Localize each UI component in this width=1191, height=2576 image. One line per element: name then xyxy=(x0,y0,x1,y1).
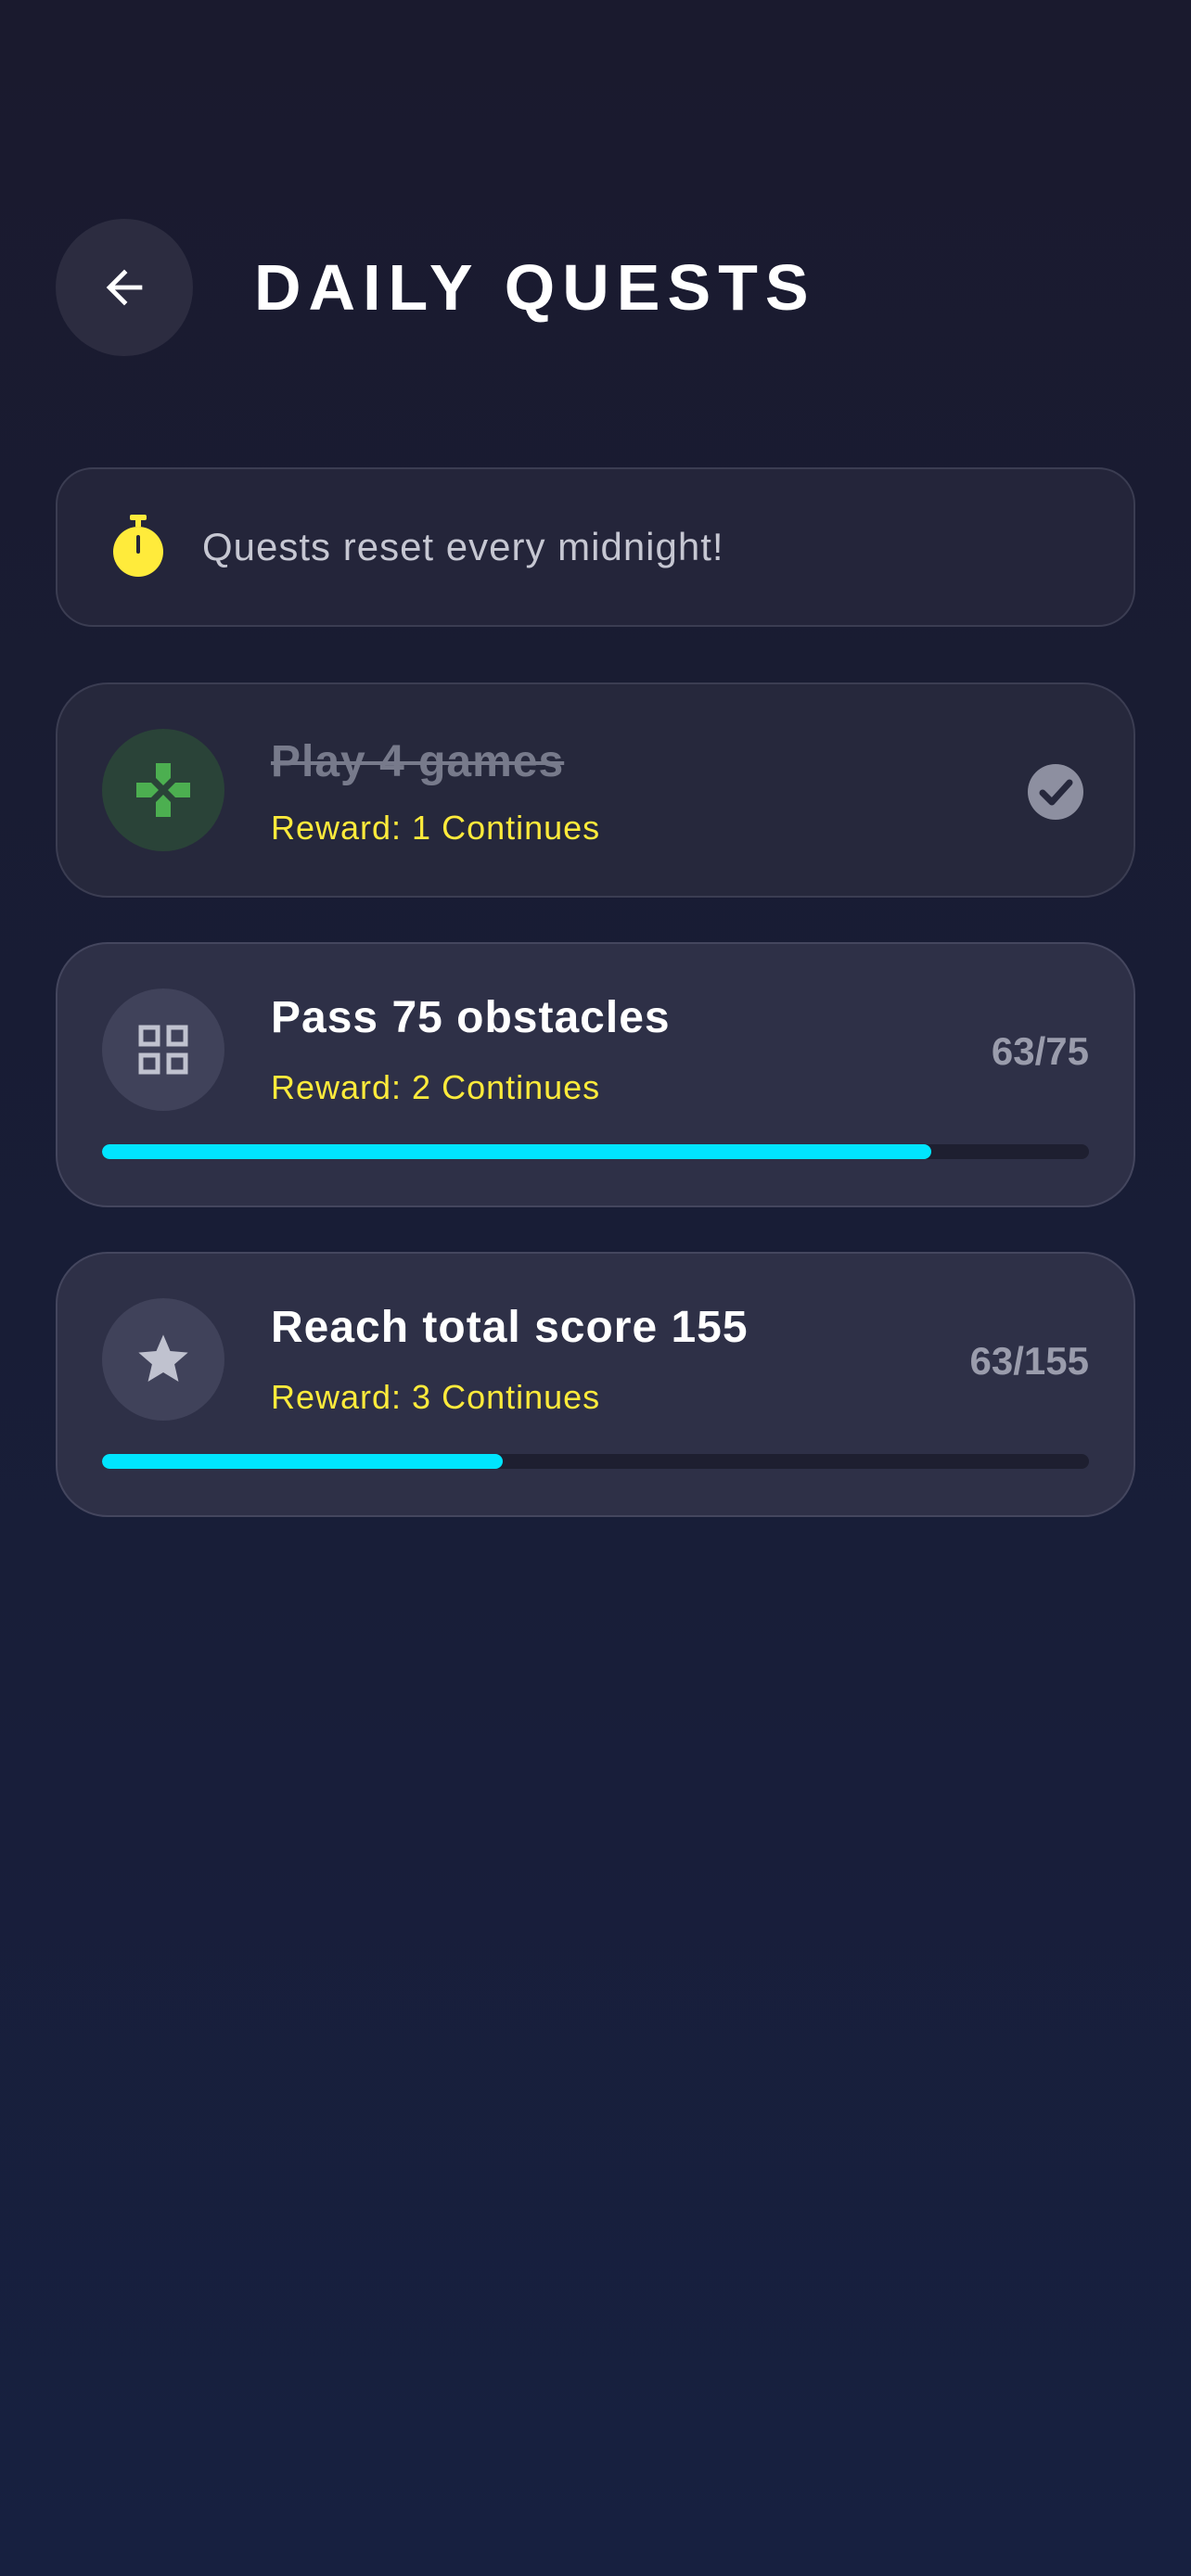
quest-icon-wrapper xyxy=(102,1298,224,1421)
quest-progress-count: 63/155 xyxy=(969,1339,1089,1383)
progress-bar xyxy=(102,1454,1089,1469)
reset-info-banner: Quests reset every midnight! xyxy=(56,467,1135,627)
progress-bar xyxy=(102,1144,1089,1159)
stopwatch-icon xyxy=(113,515,163,577)
banner-text: Quests reset every midnight! xyxy=(202,525,724,568)
quest-title: Pass 75 obstacles xyxy=(271,993,671,1042)
quest-reward: Reward: 3 Continues xyxy=(271,1378,601,1416)
gamepad-icon xyxy=(136,763,190,817)
quest-reward: Reward: 1 Continues xyxy=(271,809,601,847)
star-icon xyxy=(138,1334,188,1382)
quest-icon-wrapper xyxy=(102,988,224,1111)
check-circle-icon xyxy=(1028,764,1083,820)
progress-fill xyxy=(102,1454,504,1469)
quest-title: Play 4 games xyxy=(271,737,565,786)
quest-title: Reach total score 155 xyxy=(271,1303,749,1352)
quest-reward: Reward: 2 Continues xyxy=(271,1068,601,1106)
progress-fill xyxy=(102,1144,931,1159)
quest-icon-wrapper xyxy=(102,729,224,851)
quest-progress-count: 63/75 xyxy=(991,1029,1089,1073)
page-title: DAILY QUESTS xyxy=(254,251,816,324)
quest-card-total-score[interactable]: Reach total score 155 Reward: 3 Continue… xyxy=(56,1252,1135,1517)
arrow-left-icon xyxy=(106,269,143,306)
quest-card-play-games[interactable]: Play 4 games Reward: 1 Continues xyxy=(56,682,1135,898)
header: DAILY QUESTS xyxy=(56,219,816,356)
back-button[interactable] xyxy=(56,219,193,356)
grid-icon xyxy=(138,1025,188,1075)
quest-card-pass-obstacles[interactable]: Pass 75 obstacles Reward: 2 Continues 63… xyxy=(56,942,1135,1207)
